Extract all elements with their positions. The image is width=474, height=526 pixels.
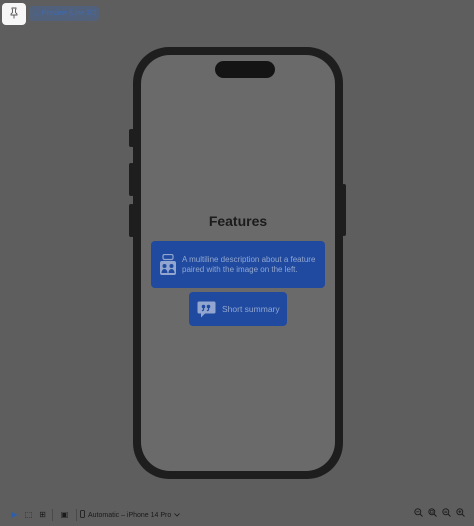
toolbar-divider: [76, 509, 77, 521]
phone-screen: Features A multiline description about a…: [141, 55, 335, 471]
device-selector[interactable]: Automatic – iPhone 14 Pro: [80, 509, 181, 521]
preview-selector[interactable]: ☝ Preview (Line 20): [29, 6, 99, 21]
zoom-out-button[interactable]: [412, 507, 425, 520]
magnifier-equal-icon: [442, 508, 451, 519]
hand-tap-icon: ☝: [34, 9, 39, 18]
pin-button[interactable]: [2, 3, 26, 25]
zoom-in-button[interactable]: [454, 507, 467, 520]
live-mode-button[interactable]: ▶: [8, 508, 21, 521]
preview-mode-group: ▶ ⬚ ⊞: [8, 507, 50, 522]
quote-bubble-icon: [197, 301, 216, 318]
grid-variants-icon: ⊞: [39, 510, 46, 519]
settings-group: ▣: [58, 507, 72, 522]
play-icon: ▶: [11, 510, 18, 519]
phone-icon: [80, 510, 85, 520]
feature-description: A multiline description about a feature …: [182, 254, 316, 274]
zoom-fit-button[interactable]: [426, 507, 439, 520]
device-label: Automatic – iPhone 14 Pro: [88, 511, 172, 519]
cursor-select-icon: ⬚: [24, 510, 33, 519]
magnifier-plus-icon: [456, 508, 465, 519]
zoom-actual-button[interactable]: [440, 507, 453, 520]
toolbar-divider: [52, 509, 53, 521]
preview-label: Preview (Line 20): [41, 10, 97, 17]
variants-mode-button[interactable]: ⊞: [36, 508, 49, 521]
magnifier-fit-icon: [428, 508, 437, 519]
summary-card[interactable]: Short summary: [189, 292, 287, 326]
zoom-controls: [412, 507, 468, 520]
dynamic-island: [215, 61, 275, 78]
device-settings-button[interactable]: ▣: [58, 508, 71, 521]
canvas-toolbar: ▶ ⬚ ⊞ ▣ Automatic – iPhone 14 Pro: [0, 503, 474, 526]
selectable-mode-button[interactable]: ⬚: [22, 508, 35, 521]
iphone-frame: Features A multiline description about a…: [133, 47, 343, 479]
summary-label: Short summary: [222, 304, 280, 314]
magnifier-minus-icon: [414, 508, 423, 519]
pin-icon: [9, 7, 19, 22]
feature-card[interactable]: A multiline description about a feature …: [151, 241, 325, 288]
device-settings-icon: ▣: [60, 510, 69, 519]
chevron-down-icon: [174, 512, 181, 519]
features-title: Features: [208, 213, 268, 229]
people-group-icon: [159, 253, 177, 276]
